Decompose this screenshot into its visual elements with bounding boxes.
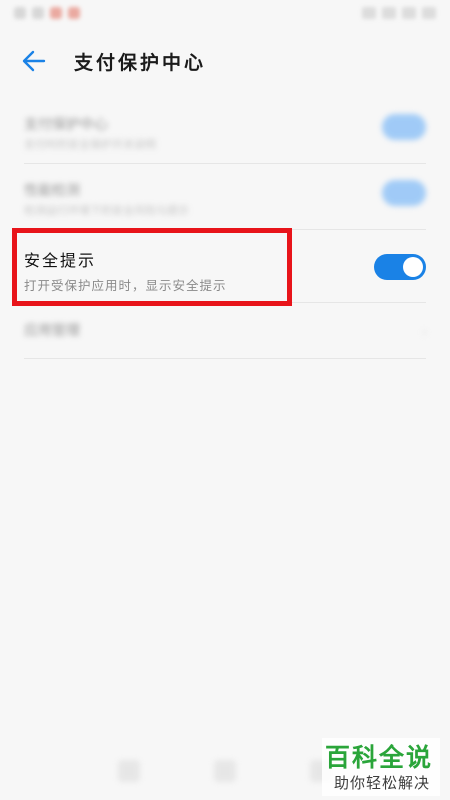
row-title: 应用管理 [24, 323, 80, 339]
alarm-icon [362, 7, 376, 19]
divider [24, 302, 426, 303]
arrow-left-icon [22, 50, 46, 72]
nav-home-icon[interactable] [214, 760, 236, 782]
watermark-subtitle: 助你轻松解决 [334, 774, 431, 792]
notification-icon [68, 7, 80, 19]
toggle-knob [403, 257, 423, 277]
safety-tip-toggle[interactable] [374, 254, 426, 280]
back-button[interactable] [18, 46, 50, 76]
settings-row-performance-check[interactable]: 性能检测 检测运行环境下的安全风险与提示 [0, 166, 450, 228]
page-title: 支付保护中心 [74, 52, 207, 74]
status-icon [14, 7, 26, 19]
wifi-icon [402, 7, 416, 19]
status-bar-left [14, 7, 80, 19]
status-bar [0, 0, 450, 30]
battery-icon [422, 7, 436, 19]
status-icon [32, 7, 44, 19]
signal-icon [382, 7, 396, 19]
safety-tip-title: 安全提示 [24, 251, 97, 270]
settings-row-payment-protection[interactable]: 支付保护中心 支付时的安全保护开关说明 [0, 100, 450, 162]
nav-back-icon[interactable] [118, 760, 140, 782]
divider [24, 163, 426, 164]
watermark-title: 百科全说 [325, 743, 434, 772]
settings-row-app-management[interactable]: 应用管理 › [0, 306, 450, 356]
toggle-switch[interactable] [382, 114, 426, 140]
watermark: 百科全说 助你轻松解决 [322, 738, 440, 796]
screen: 支付保护中心 支付保护中心 支付时的安全保护开关说明 性能检测 检测运行环境下的… [0, 0, 450, 800]
chevron-right-icon: › [421, 322, 428, 341]
notification-icon [50, 7, 62, 19]
row-title: 性能检测 [24, 183, 80, 199]
toggle-switch[interactable] [382, 180, 426, 206]
status-bar-right [362, 7, 436, 19]
divider [24, 358, 426, 359]
safety-tip-description: 打开受保护应用时，显示安全提示 [24, 278, 227, 293]
row-description: 检测运行环境下的安全风险与提示 [24, 204, 189, 217]
row-description: 支付时的安全保护开关说明 [24, 138, 156, 151]
row-title: 支付保护中心 [24, 117, 108, 133]
app-header: 支付保护中心 [0, 38, 450, 84]
